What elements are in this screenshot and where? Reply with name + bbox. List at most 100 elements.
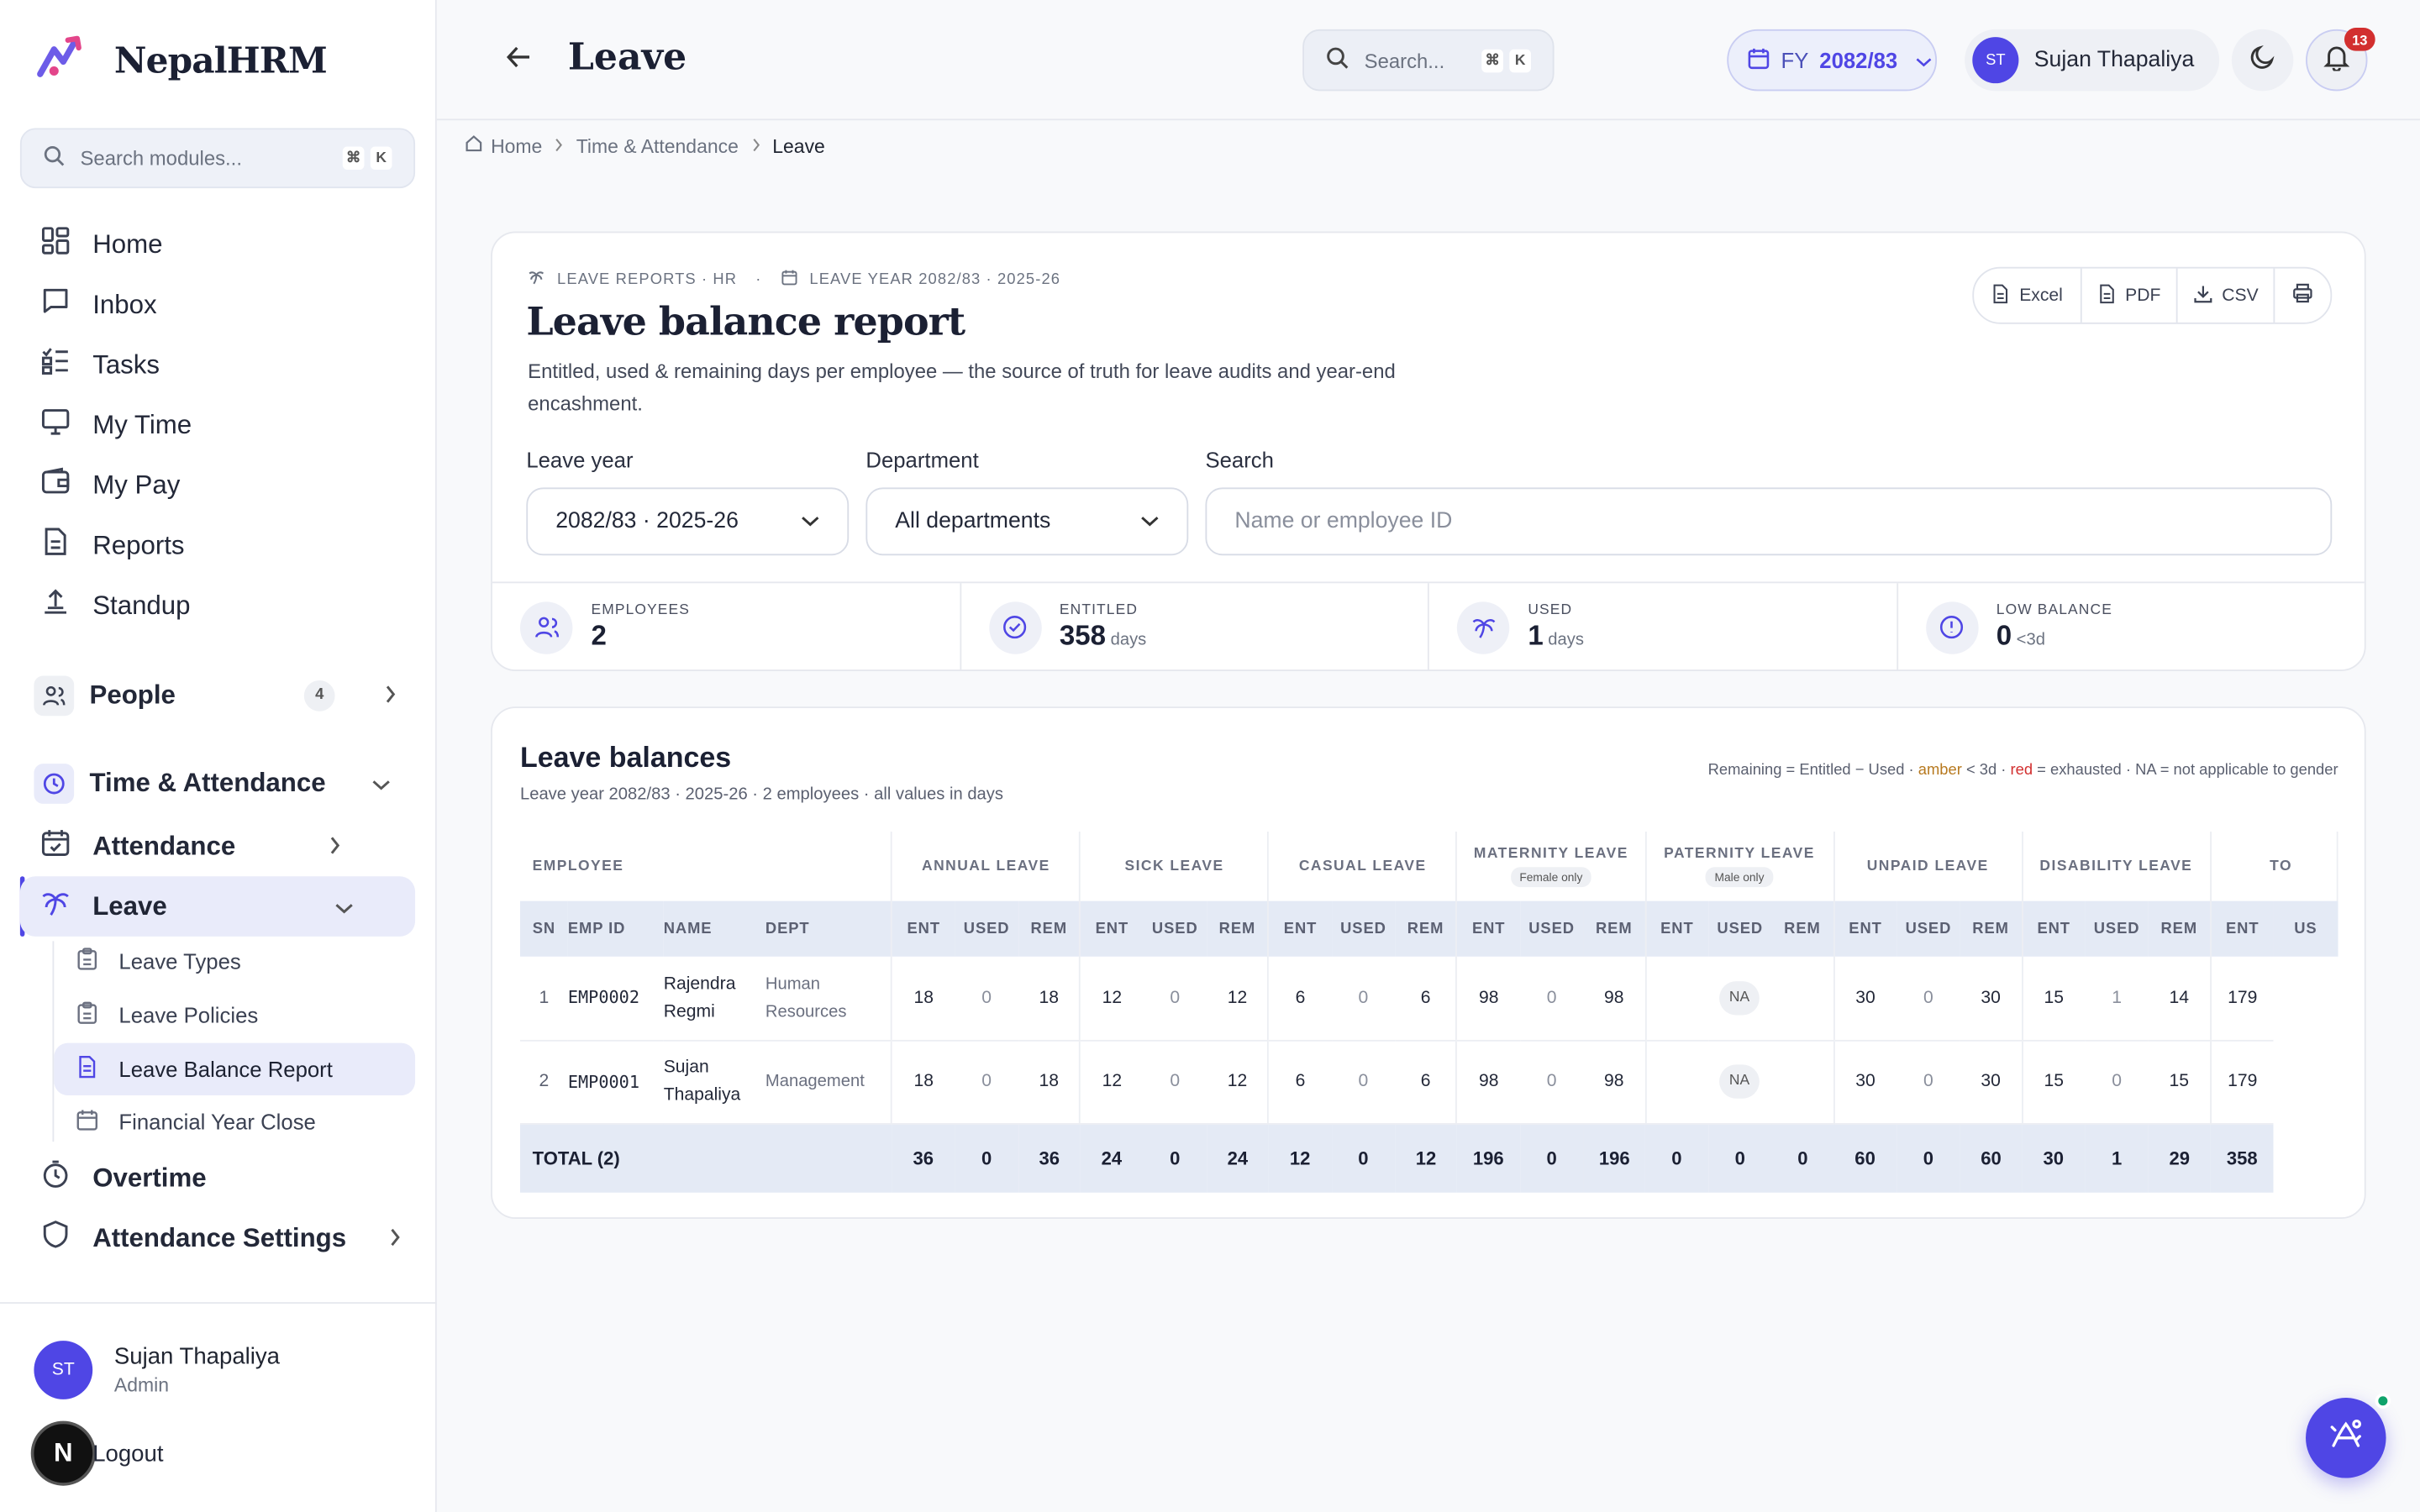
palm-tree-icon xyxy=(528,269,544,291)
total-value: 36 xyxy=(1018,1123,1081,1193)
legend-red: red xyxy=(2010,762,2033,780)
employee-search-input[interactable]: Name or employee ID xyxy=(1205,487,2333,556)
cell-value: 179 xyxy=(2209,1039,2275,1125)
table-scroll-container[interactable]: EMPLOYEE ANNUAL LEAVE SICK LEAVE CASUAL LE… xyxy=(519,831,2338,1194)
department-select[interactable]: All departments xyxy=(865,487,1189,556)
shield-icon xyxy=(40,1219,71,1257)
fy-value: 2082/83 xyxy=(1819,47,1898,73)
column-header-row: SN EMP ID NAME DEPT ENT USED REM ENT USED REM… xyxy=(519,900,2338,957)
col-dept: DEPT xyxy=(765,900,892,957)
col-ent: ENT xyxy=(1644,900,1708,957)
table-row[interactable]: 2 EMP0001 Sujan Thapaliya Management 18 0 18 12… xyxy=(519,1039,2338,1125)
total-value: 0 xyxy=(1771,1123,1834,1193)
user-name: Sujan Thapaliya xyxy=(2033,47,2195,73)
report-meta: LEAVE REPORTS · HR · LEAVE YEAR 2082/83 … xyxy=(528,269,1060,291)
total-value: 358 xyxy=(2210,1123,2275,1193)
alert-circle-icon xyxy=(1925,601,1978,654)
checklist-icon xyxy=(40,345,71,384)
download-icon xyxy=(2192,283,2212,307)
group-header-row: EMPLOYEE ANNUAL LEAVE SICK LEAVE CASUAL LE… xyxy=(519,831,2338,901)
theme-toggle-button[interactable] xyxy=(2231,29,2294,92)
nav-my-pay[interactable]: My Pay xyxy=(20,455,415,516)
print-button[interactable] xyxy=(2275,269,2330,323)
group-tag: Male only xyxy=(1705,867,1774,888)
nav-leave-policies[interactable]: Leave Policies xyxy=(54,989,415,1041)
calendar-check-icon xyxy=(40,827,71,865)
nav-attendance-label: Attendance xyxy=(92,831,236,860)
nav-inbox-label: Inbox xyxy=(92,289,157,319)
total-value: 36 xyxy=(892,1123,955,1193)
group-header: DISABILITY LEAVE xyxy=(2022,831,2212,901)
nav-my-time[interactable]: My Time xyxy=(20,395,415,455)
col-rem: REM xyxy=(1583,900,1645,957)
export-toolbar: Excel PDF CSV xyxy=(1972,266,2333,324)
breadcrumb: Home Time & Attendance Leave xyxy=(465,134,825,158)
nav-financial-year-close[interactable]: Financial Year Close xyxy=(54,1095,415,1147)
assistant-icon xyxy=(2326,1414,2366,1462)
nav-home[interactable]: Home xyxy=(20,214,415,275)
report-header-card: LEAVE REPORTS · HR · LEAVE YEAR 2082/83 … xyxy=(491,231,2366,671)
meta-category: LEAVE REPORTS · HR xyxy=(557,270,738,288)
search-placeholder: Search modules... xyxy=(80,146,242,171)
cell-value: 1 xyxy=(2085,956,2149,1041)
nav-my-pay-label: My Pay xyxy=(92,470,181,500)
kbd-k: K xyxy=(370,146,392,171)
nav-leave-balance-report[interactable]: Leave Balance Report xyxy=(54,1042,416,1096)
monitor-icon xyxy=(40,406,71,444)
col-used: USED xyxy=(2085,900,2149,957)
nav-standup[interactable]: Standup xyxy=(20,575,415,636)
nav-reports[interactable]: Reports xyxy=(20,515,415,575)
assistant-fab-button[interactable] xyxy=(2306,1398,2386,1478)
breadcrumb-section[interactable]: Time & Attendance xyxy=(576,135,739,157)
palm-tree-icon xyxy=(40,887,71,926)
export-excel-button[interactable]: Excel xyxy=(1974,268,2082,323)
nav-leave-label: Leave xyxy=(92,890,167,921)
chevron-down-icon xyxy=(372,768,391,799)
back-arrow-icon[interactable] xyxy=(505,43,533,78)
nav-leave-types[interactable]: Leave Types xyxy=(54,935,415,987)
nav-time-attendance[interactable]: Time & Attendance xyxy=(20,753,415,813)
breadcrumb-home[interactable]: Home xyxy=(491,135,542,157)
logout-button[interactable]: N Logout xyxy=(30,1420,164,1486)
total-value: 30 xyxy=(2022,1123,2086,1193)
avatar: ST xyxy=(34,1341,93,1399)
group-header: CASUAL LEAVE xyxy=(1268,831,1458,901)
col-emp-id: EMP ID xyxy=(567,900,664,957)
cell-value: 0 xyxy=(1897,956,1960,1041)
global-search-input[interactable]: Search... ⌘ K xyxy=(1302,29,1555,92)
leave-year-select[interactable]: 2082/83 · 2025-26 xyxy=(526,487,850,556)
cell-value: 98 xyxy=(1455,956,1520,1041)
cell-value: 0 xyxy=(955,956,1019,1041)
n-logo-badge[interactable]: N xyxy=(30,1420,96,1486)
user-menu[interactable]: ST Sujan Thapaliya xyxy=(1965,29,2220,92)
nav-inbox[interactable]: Inbox xyxy=(20,275,415,335)
nav-attendance-settings[interactable]: Attendance Settings xyxy=(20,1208,415,1268)
export-csv-button[interactable]: CSV xyxy=(2178,268,2275,323)
table-row[interactable]: 1 EMP0002 Rajendra Regmi Human Resources 18 0… xyxy=(519,956,2338,1041)
timer-icon xyxy=(40,1158,71,1197)
nav-leave[interactable]: Leave xyxy=(19,876,416,937)
nav-overtime[interactable]: Overtime xyxy=(20,1148,415,1209)
chevron-right-icon xyxy=(555,135,564,157)
stat-unit: days xyxy=(1548,631,1584,650)
cell-value: 12 xyxy=(1079,956,1144,1041)
pdf-label: PDF xyxy=(2125,286,2161,305)
brand-logo[interactable]: NepalHRM xyxy=(34,34,328,87)
module-search-input[interactable]: Search modules... ⌘ K xyxy=(19,128,416,189)
fiscal-year-selector[interactable]: FY 2082/83 xyxy=(1727,29,1938,92)
nav-attendance[interactable]: Attendance xyxy=(20,816,415,877)
current-user[interactable]: ST Sujan Thapaliya Admin xyxy=(34,1341,280,1399)
cell-value: 18 xyxy=(891,956,955,1041)
cell-emp-id: EMP0001 xyxy=(567,1039,664,1125)
brand-name: NepalHRM xyxy=(113,39,328,82)
export-pdf-button[interactable]: PDF xyxy=(2082,268,2178,323)
nav-people[interactable]: People 4 xyxy=(20,665,415,726)
group-tag: Female only xyxy=(1510,867,1592,888)
group-name: UNPAID LEAVE xyxy=(1866,858,1989,875)
nav-tasks[interactable]: Tasks xyxy=(20,335,415,396)
cell-value: 0 xyxy=(1519,1039,1584,1125)
chevron-down-icon xyxy=(335,891,354,922)
total-value: 0 xyxy=(1519,1123,1584,1193)
notifications-button[interactable]: 13 xyxy=(2306,28,2375,92)
stat-employees: EMPLOYEES 2 xyxy=(492,583,961,671)
